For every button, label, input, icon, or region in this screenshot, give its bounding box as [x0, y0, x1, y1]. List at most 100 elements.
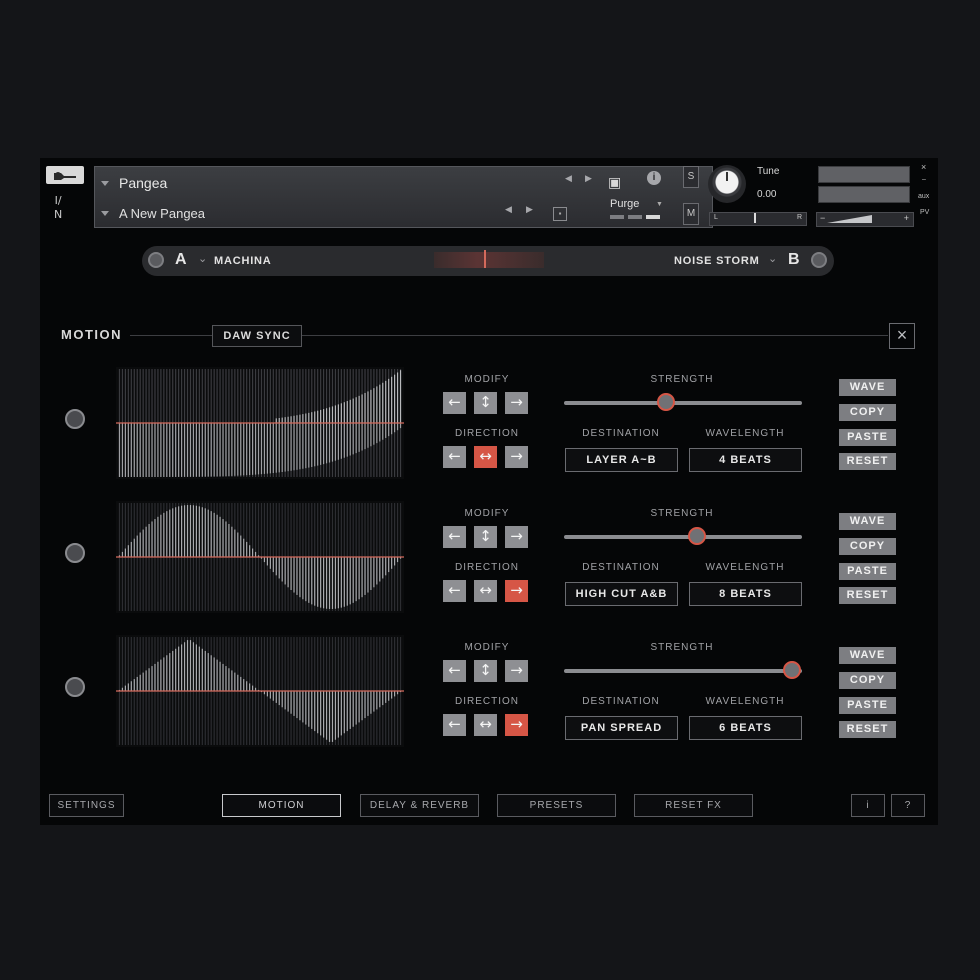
wave-button[interactable]: WAVE [839, 379, 896, 396]
chevron-down-icon[interactable]: ⌄ [198, 252, 207, 265]
mute-button[interactable]: M [683, 203, 699, 225]
purge-caret-icon[interactable]: ▼ [656, 201, 663, 208]
prev-instrument-icon[interactable]: ◀ [565, 173, 572, 184]
paste-button[interactable]: PASTE [839, 563, 896, 580]
chevron-down-icon[interactable]: ⌄ [768, 252, 777, 265]
close-window-icon[interactable]: × [921, 162, 926, 172]
wavelength-select[interactable]: 6 BEATS [689, 716, 802, 740]
info-button[interactable]: i [851, 794, 885, 817]
wavelength-select[interactable]: 8 BEATS [689, 582, 802, 606]
info-icon[interactable]: i [647, 171, 661, 185]
arrow-left-icon[interactable]: ← [443, 526, 466, 548]
reset-button[interactable]: RESET [839, 587, 896, 604]
paste-button[interactable]: PASTE [839, 429, 896, 446]
strength-slider[interactable] [564, 393, 802, 411]
wave-button[interactable]: WAVE [839, 513, 896, 530]
help-button[interactable]: ? [891, 794, 925, 817]
arrow-left-icon[interactable]: ← [443, 446, 466, 468]
layer-a-toggle[interactable] [148, 252, 164, 268]
snapshot-row[interactable]: A New Pangea [101, 203, 205, 223]
arrow-right-icon[interactable]: → [505, 660, 528, 682]
tab-delay-reverb[interactable]: DELAY & REVERB [360, 794, 479, 817]
destination-select[interactable]: PAN SPREAD [565, 716, 678, 740]
strength-label: STRENGTH [650, 508, 714, 519]
volume-minus[interactable]: − [820, 213, 825, 223]
camera-icon[interactable]: ▣ [608, 174, 621, 191]
arrow-right-icon[interactable]: → [505, 526, 528, 548]
layer-a-name[interactable]: MACHINA [214, 255, 272, 267]
reset-button[interactable]: RESET [839, 721, 896, 738]
close-icon[interactable]: × [889, 323, 915, 349]
arrow-left-icon[interactable]: ← [443, 660, 466, 682]
arrow-right-icon[interactable]: → [505, 714, 528, 736]
settings-button[interactable]: SETTINGS [49, 794, 124, 817]
minimize-icon[interactable]: – [922, 176, 926, 183]
aux-label[interactable]: aux [918, 193, 929, 200]
waveform-display[interactable] [116, 635, 404, 747]
save-snapshot-icon[interactable]: ▪ [553, 207, 567, 221]
dropdown-icon[interactable] [101, 180, 109, 186]
strength-slider[interactable] [564, 527, 802, 545]
wavelength-select[interactable]: 4 BEATS [689, 448, 802, 472]
arrow-up-down-icon[interactable]: ↕ [474, 392, 497, 414]
daw-sync-button[interactable]: DAW SYNC [212, 325, 302, 347]
modify-label: MODIFY [464, 642, 510, 653]
tune-knob[interactable] [708, 165, 746, 203]
tab-motion[interactable]: MOTION [222, 794, 341, 817]
waveform-display[interactable] [116, 367, 404, 479]
lane-enable-toggle[interactable] [65, 677, 85, 697]
arrow-left-icon[interactable]: ← [443, 580, 466, 602]
next-snapshot-icon[interactable]: ▶ [526, 204, 533, 215]
level-meter-right [818, 186, 910, 203]
strength-label: STRENGTH [650, 642, 714, 653]
pan-handle[interactable] [754, 213, 756, 223]
strength-handle[interactable] [657, 393, 676, 411]
strength-handle[interactable] [783, 661, 802, 679]
next-instrument-icon[interactable]: ▶ [585, 173, 592, 184]
ab-crossfade-slider[interactable] [434, 252, 544, 268]
tab-presets[interactable]: PRESETS [497, 794, 616, 817]
destination-select[interactable]: LAYER A~B [565, 448, 678, 472]
strength-slider[interactable] [564, 661, 802, 679]
plugin-window: I/ N Pangea A New Pangea ◀ ▶ ◀ ▶ ▪ ▣ i P… [40, 158, 938, 825]
arrow-right-icon[interactable]: → [505, 446, 528, 468]
pan-slider[interactable]: L R [709, 212, 807, 226]
dropdown-icon[interactable] [101, 210, 109, 216]
lane-enable-toggle[interactable] [65, 409, 85, 429]
arrow-up-down-icon[interactable]: ↕ [474, 660, 497, 682]
waveform-display[interactable] [116, 501, 404, 613]
pan-right-label: R [796, 214, 802, 221]
arrow-right-icon[interactable]: → [505, 580, 528, 602]
copy-button[interactable]: COPY [839, 404, 896, 421]
ab-crossfade-handle[interactable] [484, 250, 486, 268]
arrow-left-right-icon[interactable]: ↔ [474, 714, 497, 736]
arrow-left-icon[interactable]: ← [443, 392, 466, 414]
wrench-icon[interactable] [46, 166, 84, 184]
paste-button[interactable]: PASTE [839, 697, 896, 714]
destination-select[interactable]: HIGH CUT A&B [565, 582, 678, 606]
arrow-left-right-icon[interactable]: ↔ [474, 446, 497, 468]
layer-b-name[interactable]: NOISE STORM [674, 255, 760, 267]
purge-menu[interactable]: Purge [610, 198, 639, 210]
solo-button[interactable]: S [683, 166, 699, 188]
arrow-right-icon[interactable]: → [505, 392, 528, 414]
wave-button[interactable]: WAVE [839, 647, 896, 664]
arrow-left-icon[interactable]: ← [443, 714, 466, 736]
layer-b-toggle[interactable] [811, 252, 827, 268]
strength-handle[interactable] [688, 527, 707, 545]
arrow-left-right-icon[interactable]: ↔ [474, 580, 497, 602]
tune-value: 0.00 [757, 189, 777, 200]
reset-button[interactable]: RESET [839, 453, 896, 470]
prev-snapshot-icon[interactable]: ◀ [505, 204, 512, 215]
lane-enable-toggle[interactable] [65, 543, 85, 563]
io-toggle[interactable]: I/ N [54, 194, 62, 222]
pv-label[interactable]: PV [920, 209, 929, 216]
volume-plus[interactable]: + [904, 213, 909, 223]
arrow-up-down-icon[interactable]: ↕ [474, 526, 497, 548]
copy-button[interactable]: COPY [839, 538, 896, 555]
volume-slider[interactable]: − + [816, 212, 914, 227]
volume-ramp [827, 215, 872, 223]
copy-button[interactable]: COPY [839, 672, 896, 689]
reset-fx-button[interactable]: RESET FX [634, 794, 753, 817]
instrument-name-row[interactable]: Pangea [101, 173, 167, 193]
